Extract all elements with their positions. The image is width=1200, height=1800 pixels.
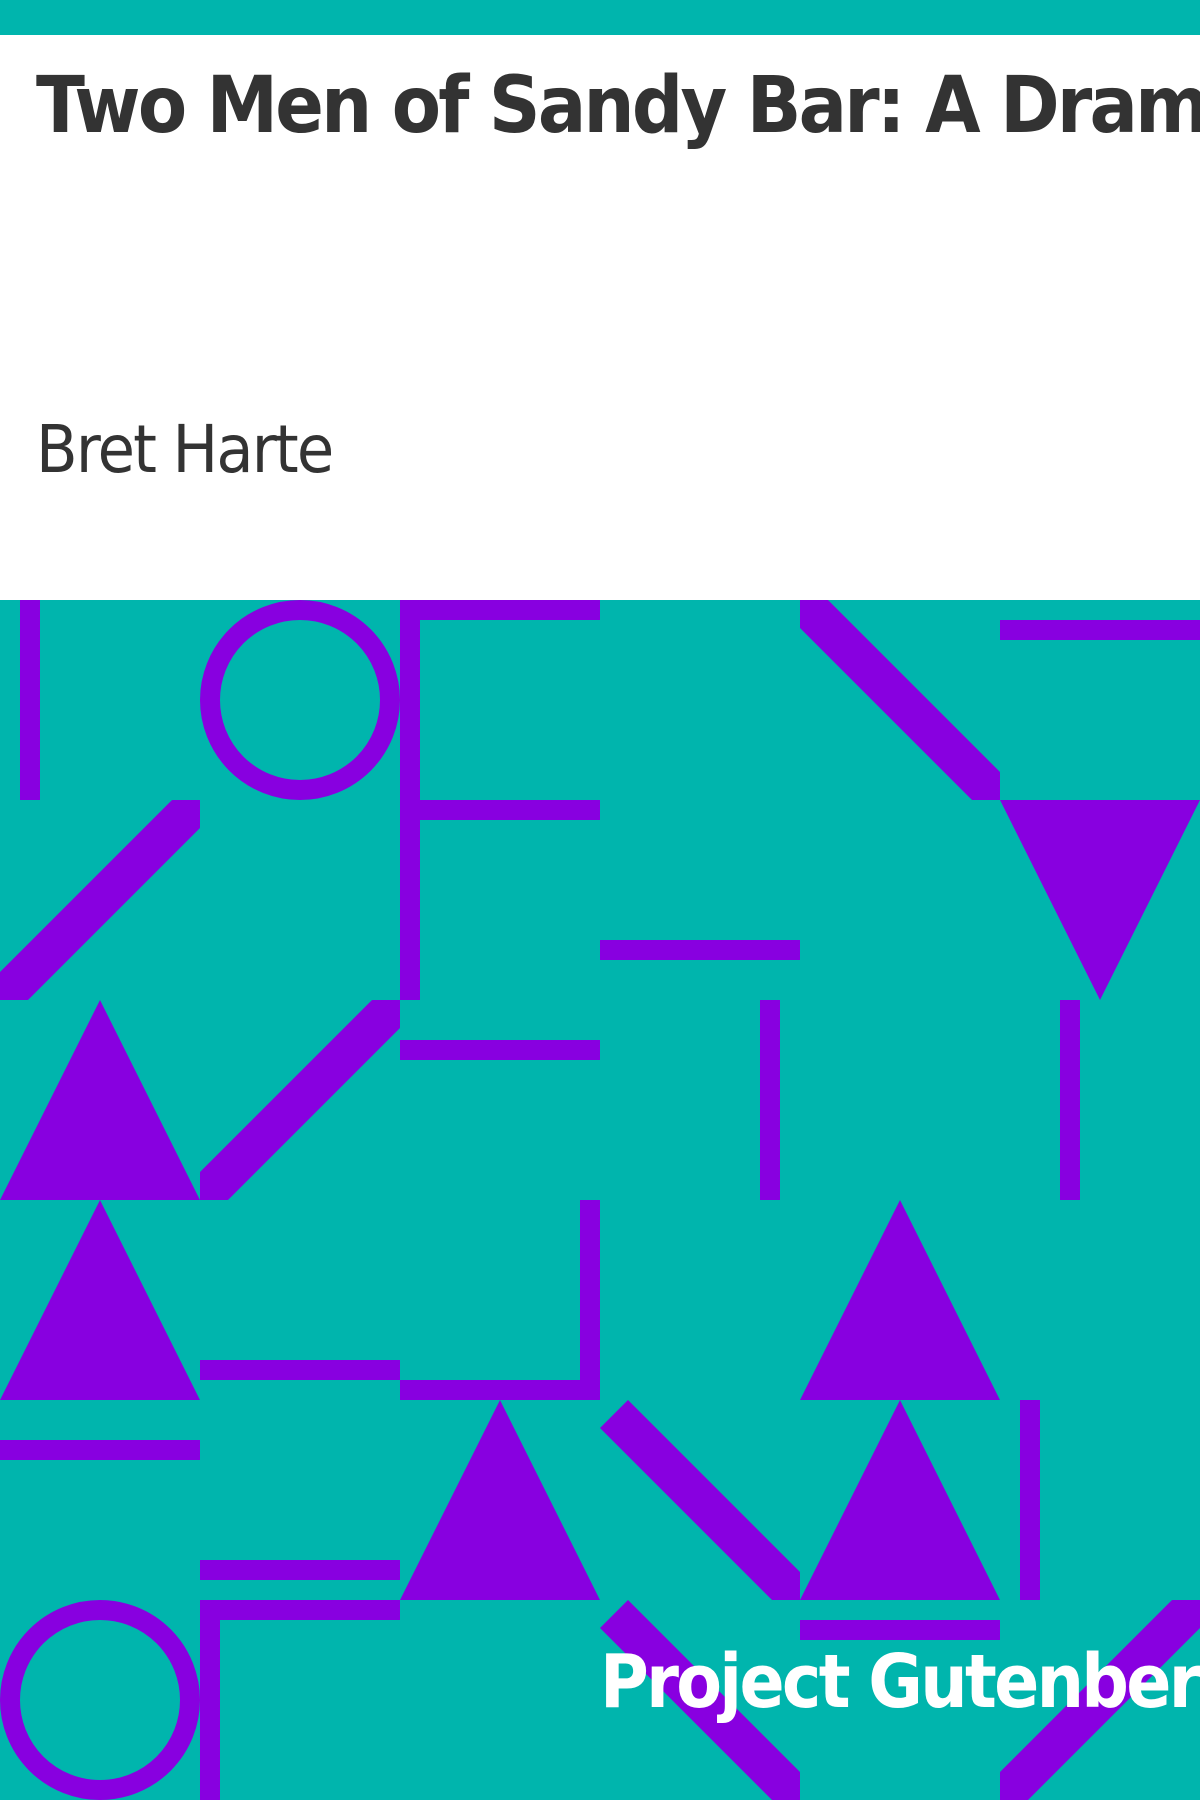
top-color-band: [0, 0, 1200, 35]
book-title: Two Men of Sandy Bar: A Drama: [36, 61, 1200, 151]
publisher-name: Project Gutenberg: [600, 1639, 1200, 1725]
book-cover: Two Men of Sandy Bar: A Drama Bret Harte: [0, 0, 1200, 1800]
geometric-pattern: [0, 600, 1200, 1800]
book-author: Bret Harte: [36, 411, 334, 488]
